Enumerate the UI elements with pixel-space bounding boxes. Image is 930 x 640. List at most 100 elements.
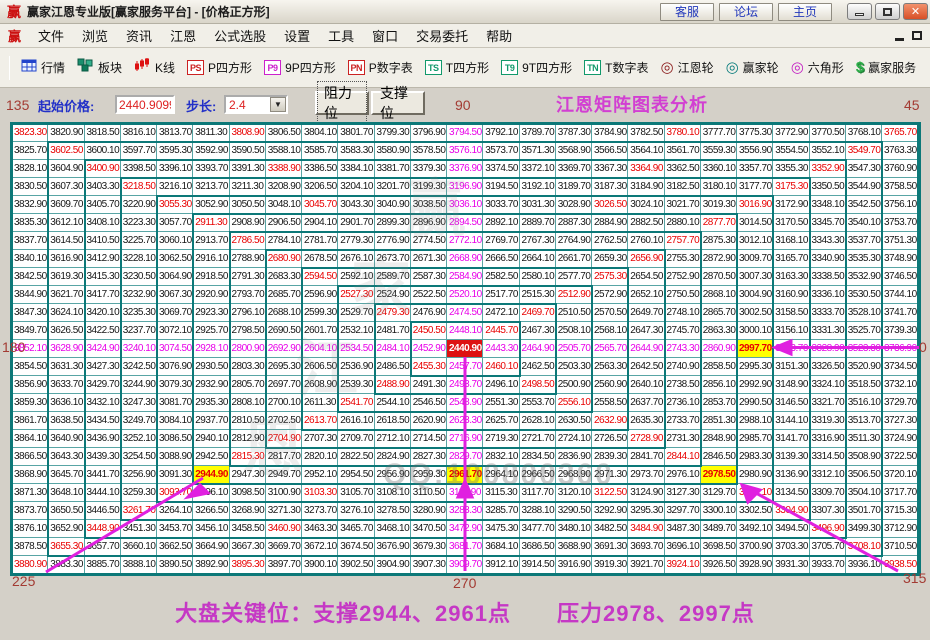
grid-cell: 2988.10 (737, 412, 774, 430)
minimize-button[interactable] (847, 3, 872, 20)
resistance-button[interactable]: 阻力位 (315, 81, 369, 125)
grid-cell: 3420.10 (84, 304, 121, 322)
menu-item-settings[interactable]: 设置 (275, 24, 319, 47)
maximize-button[interactable] (875, 3, 900, 20)
menu-item-news[interactable]: 资讯 (117, 24, 161, 47)
grid-cell: 2764.90 (555, 232, 592, 250)
mdi-minimize-button[interactable] (895, 38, 904, 41)
toolbar-item-p-square[interactable]: PS P四方形 (187, 59, 252, 76)
homepage-button[interactable]: 主页 (778, 2, 832, 21)
grid-cell: 3808.90 (229, 124, 266, 142)
grid-cell: 3180.10 (700, 178, 737, 196)
grid-cell: 3122.50 (592, 484, 629, 502)
gann-price-square: 3823.30 3820.90 3818.50 3816.10 3813.70 3811.… (10, 122, 921, 576)
customer-service-button[interactable]: 客服 (660, 2, 714, 21)
grid-cell: 2805.70 (229, 376, 266, 394)
forum-button[interactable]: 论坛 (719, 2, 773, 21)
grid-cell: 3021.70 (664, 196, 701, 214)
grid-cell: 3446.50 (84, 502, 121, 520)
grid-cell: 3405.70 (84, 196, 121, 214)
grid-cell: 2908.90 (229, 214, 266, 232)
grid-cell: 3204.10 (338, 178, 375, 196)
grid-cell: 2563.30 (592, 358, 629, 376)
toolbar-item-t-square[interactable]: TS T四方形 (424, 59, 489, 76)
grid-cell: 2488.90 (374, 376, 411, 394)
toolbar-item-t-number-table[interactable]: TN T数字表 (584, 59, 648, 76)
grid-cell: 2462.50 (519, 358, 556, 376)
grid-cell: 3160.90 (773, 286, 810, 304)
grid-cell: 3672.10 (302, 538, 339, 556)
menu-item-formula-stock-pick[interactable]: 公式选股 (205, 24, 275, 47)
grid-cell: 3657.70 (84, 538, 121, 556)
grid-cell: 3261.70 (120, 502, 157, 520)
grid-cell: 2736.10 (664, 394, 701, 412)
matrix-chart-title: 江恩矩阵图表分析 (556, 95, 708, 115)
grid-cell: 2548.90 (447, 394, 484, 412)
grid-cell: 2779.30 (338, 232, 375, 250)
grid-cell: 2920.90 (193, 286, 230, 304)
menu-item-window[interactable]: 窗口 (363, 24, 407, 47)
grid-cell: 2676.10 (338, 250, 375, 268)
grid-cell: 3763.30 (882, 142, 919, 160)
toolbar-item-9p-square[interactable]: P9 9P四方形 (264, 59, 336, 76)
grid-cell: 3254.50 (120, 448, 157, 466)
grid-cell: 2671.30 (410, 250, 447, 268)
menu-item-file[interactable]: 文件 (29, 24, 73, 47)
grid-cell: 3211.30 (229, 178, 266, 196)
toolbar-item-sectors[interactable]: 板块 (77, 58, 122, 77)
menu-item-gann[interactable]: 江恩 (161, 24, 205, 47)
close-button[interactable]: ✕ (903, 3, 928, 20)
grid-cell: 2976.10 (664, 466, 701, 484)
grid-cell: 2637.70 (628, 394, 665, 412)
grid-cell: 3679.30 (410, 538, 447, 556)
grid-cell: 2844.10 (664, 448, 701, 466)
chevron-down-icon[interactable]: ▼ (270, 97, 286, 112)
grid-cell: 3436.90 (84, 430, 121, 448)
grid-cell: 2877.70 (700, 214, 737, 232)
grid-cell: 3360.10 (700, 160, 737, 178)
grid-cell: 3520.90 (845, 358, 882, 376)
grid-cell: 3931.30 (773, 556, 810, 574)
grid-cell: 3888.10 (120, 556, 157, 574)
menu-item-browse[interactable]: 浏览 (73, 24, 117, 47)
grid-cell: 2870.50 (700, 268, 737, 286)
grid-cell: 2884.90 (592, 214, 629, 232)
grid-cell: 3132.10 (737, 484, 774, 502)
grid-cell: 3194.50 (483, 178, 520, 196)
toolbar-item-label: 赢家服务 (868, 61, 917, 75)
toolbar-item-kline[interactable]: K线 (134, 58, 175, 77)
grid-cell: 3703.30 (773, 538, 810, 556)
grid-cell: 3664.90 (193, 538, 230, 556)
grid-cell: 3792.10 (483, 124, 520, 142)
grid-cell: 2899.30 (374, 214, 411, 232)
grid-cell: 3050.50 (229, 196, 266, 214)
toolbar-item-gann-wheel[interactable]: ◎ 江恩轮 (660, 59, 713, 76)
grid-cell: 3756.10 (882, 196, 919, 214)
mdi-restore-button[interactable] (912, 31, 922, 40)
start-price-input[interactable] (115, 95, 175, 114)
grid-cell: 3825.70 (12, 142, 49, 160)
grid-cell: 2587.30 (410, 268, 447, 286)
grid-cell: 3055.30 (157, 196, 194, 214)
toolbar-item-winner-wheel[interactable]: ◎ 赢家轮 (726, 59, 779, 76)
grid-cell: 3525.70 (845, 322, 882, 340)
toolbar-item-winner-service[interactable]: $ 赢家服务 (856, 59, 916, 76)
menu-item-tools[interactable]: 工具 (319, 24, 363, 47)
grid-cell: 3554.50 (773, 142, 810, 160)
grid-cell: 2582.50 (483, 268, 520, 286)
step-combobox[interactable]: 2.4 ▼ (224, 95, 288, 114)
toolbar-item-9t-square[interactable]: T9 9T四方形 (501, 59, 572, 76)
grid-cell: 2834.50 (519, 448, 556, 466)
toolbar-item-hexagon[interactable]: ◎ 六角形 (791, 59, 844, 76)
toolbar-item-quotes[interactable]: 行情 (21, 59, 65, 77)
support-button[interactable]: 支撑位 (371, 85, 425, 121)
grid-cell: 3571.30 (519, 142, 556, 160)
grid-cell: 3609.70 (48, 196, 85, 214)
menu-item-trade-entrust[interactable]: 交易委托 (407, 24, 477, 47)
grid-cell: 3225.70 (120, 232, 157, 250)
grid-cell: 3744.10 (882, 286, 919, 304)
menu-item-help[interactable]: 帮助 (477, 24, 521, 47)
grid-cell: 2968.90 (555, 466, 592, 484)
toolbar-item-p-number-table[interactable]: PN P数字表 (347, 59, 413, 76)
grid-cell: 3072.10 (157, 322, 194, 340)
